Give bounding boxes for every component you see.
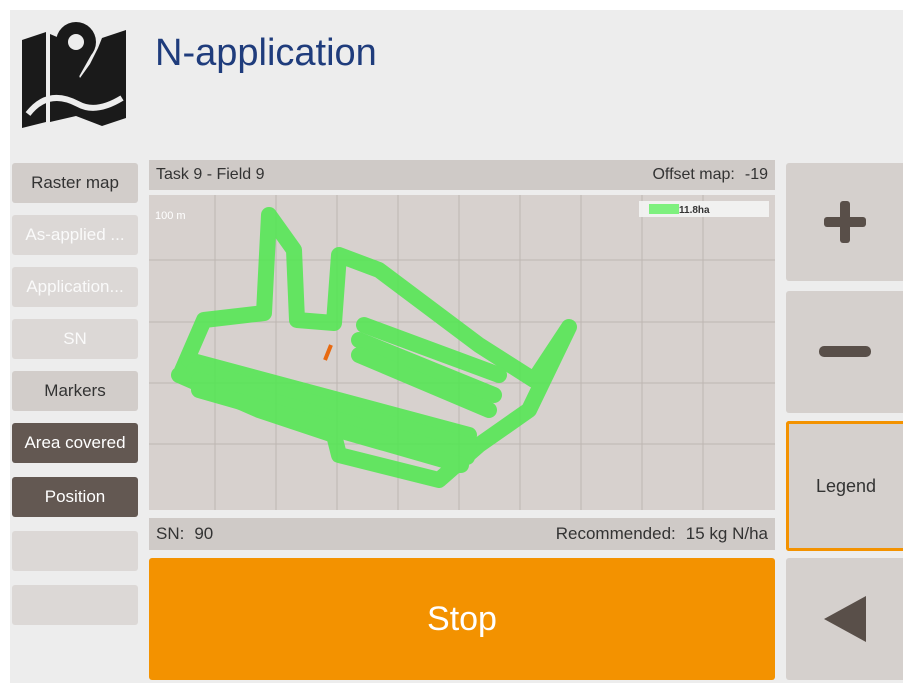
sn-button[interactable]: SN xyxy=(12,319,138,359)
back-button[interactable] xyxy=(786,558,903,680)
tractor-position-icon xyxy=(323,344,333,361)
page-title: N-application xyxy=(155,32,377,74)
stop-button[interactable]: Stop xyxy=(149,558,775,680)
recommended-info: Recommended: 15 kg N/ha xyxy=(556,524,768,544)
legend-swatch xyxy=(649,204,679,214)
plus-icon xyxy=(823,201,866,243)
empty-button xyxy=(12,531,138,571)
recommended-label: Recommended: xyxy=(555,524,676,543)
offset-label: Offset map: xyxy=(652,166,735,183)
back-arrow-icon xyxy=(823,596,866,642)
raster-map-button[interactable]: Raster map xyxy=(12,163,138,203)
sn-value: 90 xyxy=(194,524,214,543)
as-applied-button[interactable]: As-applied ... xyxy=(12,215,138,255)
scale-label: 100 m xyxy=(155,210,186,222)
sn-info: SN: 90 xyxy=(156,524,213,544)
zoom-out-button[interactable] xyxy=(786,291,903,413)
empty-button xyxy=(12,585,138,625)
legend-area-value: 11.8ha xyxy=(679,205,710,216)
legend-button[interactable]: Legend xyxy=(786,421,903,551)
application-button[interactable]: Application... xyxy=(12,267,138,307)
position-button[interactable]: Position xyxy=(12,477,138,517)
task-info-bar: Task 9 - Field 9 Offset map: -19 xyxy=(149,160,775,190)
status-bar: SN: 90 Recommended: 15 kg N/ha xyxy=(149,518,775,550)
coverage-tracks xyxy=(171,207,577,488)
zoom-in-button[interactable] xyxy=(786,163,903,281)
task-name: Task 9 - Field 9 xyxy=(156,166,265,183)
header: N-application xyxy=(10,10,903,160)
minus-icon xyxy=(818,346,871,357)
sn-label: SN: xyxy=(156,524,185,543)
offset-map: Offset map: -19 xyxy=(652,166,768,184)
markers-button[interactable]: Markers xyxy=(12,371,138,411)
map-marker-icon xyxy=(22,22,126,128)
field-map[interactable]: 11.8ha 100 m xyxy=(149,195,775,510)
recommended-value: 15 kg N/ha xyxy=(685,524,768,543)
map-canvas: 11.8ha 100 m xyxy=(149,195,775,510)
area-covered-button[interactable]: Area covered xyxy=(12,423,138,463)
offset-value: -19 xyxy=(744,166,768,183)
